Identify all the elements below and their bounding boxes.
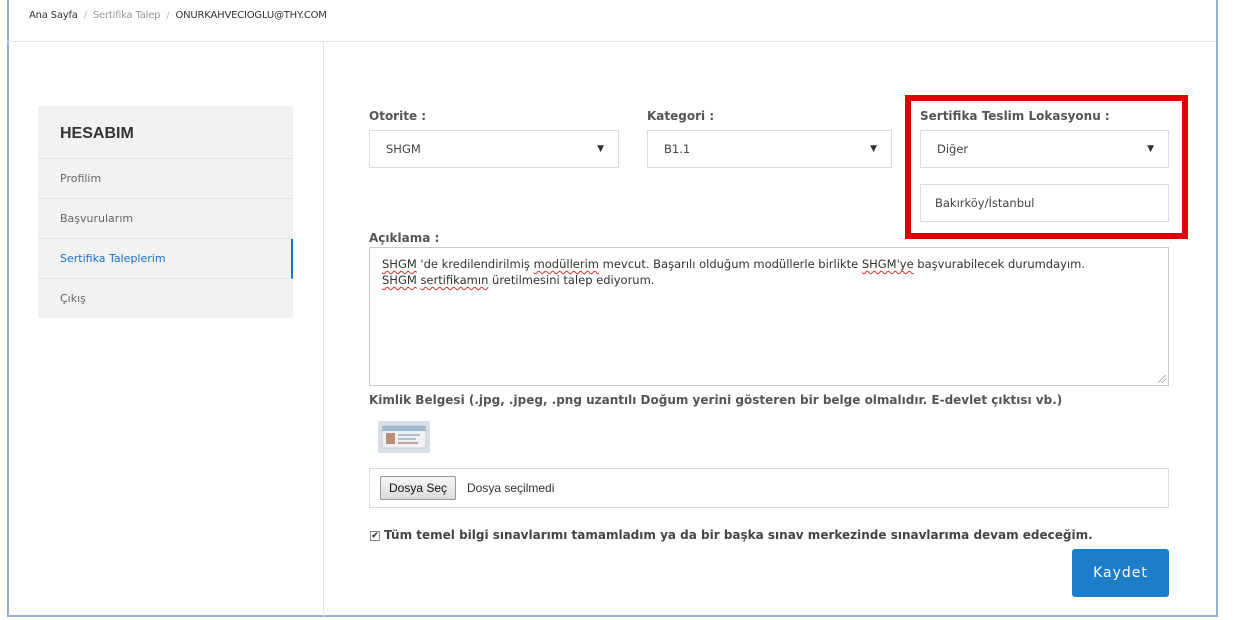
breadcrumb-separator: / (166, 10, 170, 21)
sidebar-title: HESABIM (38, 106, 293, 159)
chevron-down-icon: ▼ (870, 144, 877, 154)
breadcrumb-current-user: ONURKAHVECIOGLU@THY.COM (175, 10, 327, 21)
breadcrumb-separator: / (83, 10, 87, 21)
sidebar-item-applications[interactable]: Başvurularım (38, 199, 293, 239)
sidebar-item-profile[interactable]: Profilim (38, 159, 293, 199)
location-label: Sertifika Teslim Lokasyonu : (920, 109, 1110, 123)
confirm-checkbox[interactable]: ✔ (370, 531, 380, 541)
category-label: Kategori : (647, 109, 715, 123)
category-select-value: B1.1 (664, 142, 691, 156)
authority-select-value: SHGM (386, 142, 421, 156)
file-status-text: Dosya seçilmedi (467, 481, 555, 495)
authority-label: Otorite : (369, 109, 427, 123)
description-textarea[interactable]: SHGM 'de kredilendirilmiş modüllerim mev… (369, 247, 1169, 386)
column-divider (323, 42, 324, 617)
description-line-1: SHGM 'de kredilendirilmiş modüllerim mev… (382, 257, 1086, 271)
confirm-label: Tüm temel bilgi sınavlarımı tamamladım y… (384, 528, 1093, 542)
account-sidebar: HESABIM Profilim Başvurularım Sertifika … (38, 106, 293, 318)
chevron-down-icon: ▼ (597, 144, 604, 154)
breadcrumb-request-link[interactable]: Sertifika Talep (93, 10, 161, 21)
chevron-down-icon: ▼ (1147, 144, 1154, 154)
id-document-label: Kimlik Belgesi (.jpg, .jpeg, .png uzantı… (369, 393, 1063, 407)
location-select-value: Diğer (937, 142, 969, 156)
breadcrumb: Ana Sayfa / Sertifika Talep / ONURKAHVECIOGL… (29, 10, 327, 21)
authority-select[interactable]: SHGM ▼ (369, 130, 619, 168)
choose-file-button[interactable]: Dosya Seç (380, 476, 457, 500)
id-document-thumbnail[interactable] (378, 421, 430, 453)
file-upload-field: Dosya Seç Dosya seçilmedi (369, 468, 1169, 508)
location-other-input[interactable]: Bakırköy/İstanbul (920, 184, 1169, 222)
breadcrumb-divider (7, 41, 1216, 42)
description-label: Açıklama : (369, 231, 440, 245)
location-select[interactable]: Diğer ▼ (920, 130, 1169, 168)
sidebar-item-logout[interactable]: Çıkış (38, 279, 293, 318)
sidebar-item-certificate-requests[interactable]: Sertifika Taleplerim (38, 239, 293, 279)
resize-handle-icon[interactable] (1158, 375, 1166, 383)
breadcrumb-home-link[interactable]: Ana Sayfa (29, 10, 78, 21)
save-button[interactable]: Kaydet (1072, 549, 1169, 597)
category-select[interactable]: B1.1 ▼ (647, 130, 892, 168)
description-line-2: SHGM sertifikamın üretilmesini talep edi… (382, 273, 655, 287)
